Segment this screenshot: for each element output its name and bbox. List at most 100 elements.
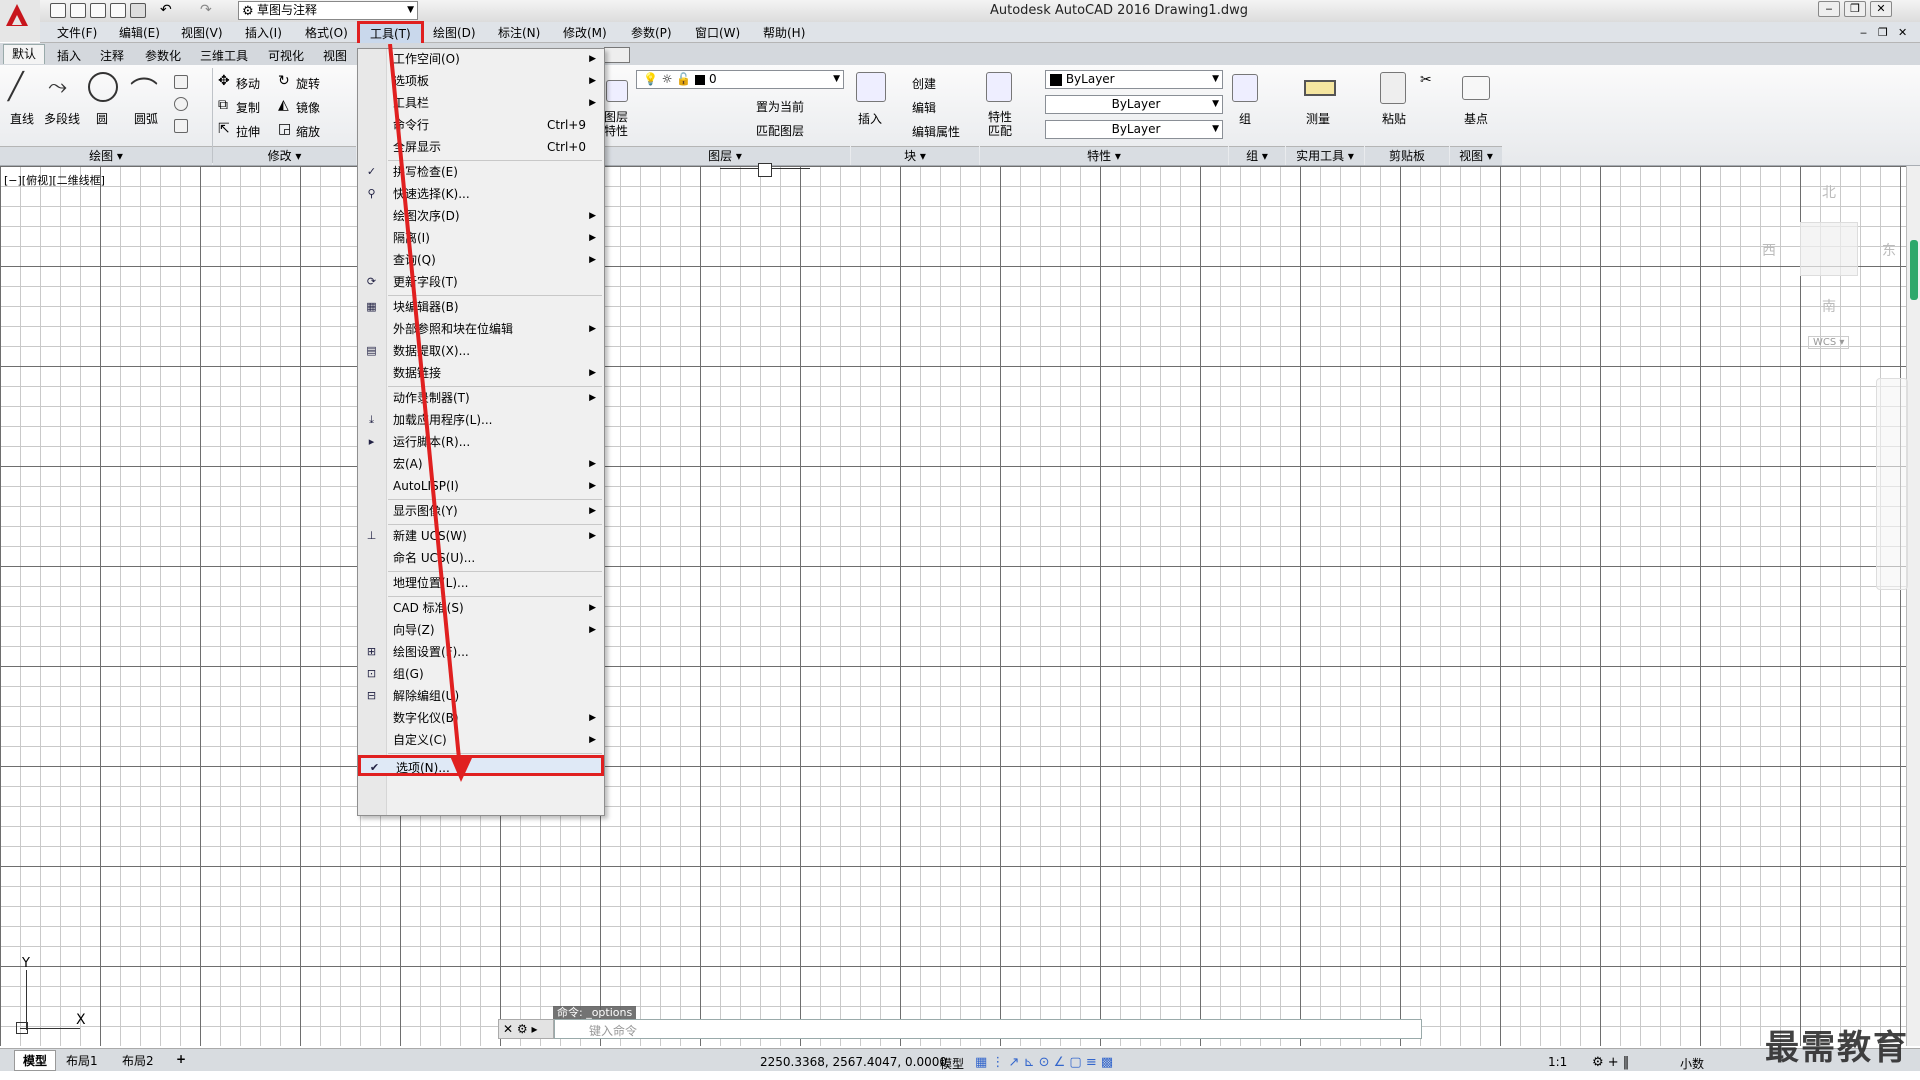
tab-default[interactable]: 默认 — [3, 44, 45, 64]
tab-insert[interactable]: 插入 — [57, 47, 81, 64]
menu-format[interactable]: 格式(O) — [302, 25, 351, 41]
layer-match[interactable]: 匹配图层 — [756, 122, 804, 139]
open-file-icon[interactable] — [70, 3, 86, 18]
block-create[interactable]: 创建 — [912, 75, 936, 92]
menu-parametric[interactable]: 参数(P) — [628, 25, 675, 41]
undo-icon[interactable]: ↶ — [160, 2, 172, 18]
add-layout-button[interactable]: + — [176, 1052, 186, 1066]
menu-file[interactable]: 文件(F) — [54, 25, 100, 41]
menu-modify[interactable]: 修改(M) — [560, 25, 610, 41]
save-as-icon[interactable] — [110, 3, 126, 18]
basepoint-label[interactable]: 基点 — [1464, 110, 1488, 127]
basepoint-icon[interactable] — [1462, 76, 1490, 100]
viewcube-west[interactable]: 西 — [1762, 240, 1776, 260]
paste-label[interactable]: 粘贴 — [1382, 110, 1406, 127]
measure-icon[interactable] — [1304, 80, 1336, 96]
modify-mirror[interactable]: 镜像 — [296, 99, 320, 116]
minimize-button[interactable]: ‒ — [1818, 1, 1840, 17]
new-file-icon[interactable] — [50, 3, 66, 18]
tab-layout1[interactable]: 布局1 — [66, 1052, 98, 1069]
insert-block-icon[interactable] — [856, 72, 886, 102]
panel-clipboard[interactable]: 剪贴板 — [1365, 146, 1449, 165]
layer-set-current[interactable]: 置为当前 — [756, 98, 804, 115]
draw-line-label[interactable]: 直线 — [10, 110, 34, 127]
save-icon[interactable] — [90, 3, 106, 18]
paste-icon[interactable] — [1380, 72, 1406, 104]
block-edit[interactable]: 编辑 — [912, 99, 936, 116]
polyline-icon[interactable]: ⤳ — [48, 72, 67, 100]
doc-close-button[interactable]: ✕ — [1898, 26, 1907, 39]
menu-window[interactable]: 窗口(W) — [692, 25, 743, 41]
match-properties-icon[interactable] — [986, 72, 1012, 102]
group-label[interactable]: 组 — [1239, 110, 1251, 127]
modify-rotate[interactable]: 旋转 — [296, 75, 320, 92]
doc-restore-button[interactable]: ❐ — [1878, 26, 1888, 39]
command-input[interactable]: 键入命令 — [554, 1019, 1422, 1039]
tab-view[interactable]: 视图 — [323, 47, 347, 64]
viewcube-south[interactable]: 南 — [1822, 296, 1836, 316]
tab-parametric[interactable]: 参数化 — [145, 47, 181, 64]
model-space-button[interactable]: 模型 — [940, 1055, 964, 1072]
menu-edit[interactable]: 编辑(E) — [116, 25, 163, 41]
draw-polyline-label[interactable]: 多段线 — [44, 110, 80, 127]
print-icon[interactable] — [130, 3, 146, 18]
scroll-thumb[interactable] — [1910, 240, 1918, 300]
group-icon[interactable] — [1232, 74, 1258, 102]
layer-properties-label[interactable]: 图层 特性 — [604, 110, 628, 138]
modify-scale[interactable]: 缩放 — [296, 123, 320, 140]
settings-icon[interactable]: ⚙ + ‖ — [1592, 1055, 1629, 1070]
menu-insert[interactable]: 插入(I) — [242, 25, 285, 41]
layer-properties-icon[interactable] — [606, 80, 628, 102]
modify-move[interactable]: 移动 — [236, 75, 260, 92]
draw-circle-label[interactable]: 圆 — [96, 110, 108, 127]
tab-3d-tools[interactable]: 三维工具 — [200, 47, 248, 64]
layer-combo[interactable]: 💡 ☼ 🔓 0 ▼ — [636, 70, 844, 89]
modify-stretch[interactable]: 拉伸 — [236, 123, 260, 140]
draw-arc-label[interactable]: 圆弧 — [134, 110, 158, 127]
arc-icon[interactable]: ⌒ — [130, 70, 158, 110]
viewcube-east[interactable]: 东 — [1882, 240, 1896, 260]
block-edit-attributes[interactable]: 编辑属性 — [912, 123, 960, 140]
maximize-button[interactable]: ❐ — [1844, 1, 1866, 17]
menu-help[interactable]: 帮助(H) — [760, 25, 808, 41]
command-close-button[interactable]: ✕ ⚙ ▸ — [498, 1019, 554, 1039]
ribbon-toggle-button[interactable] — [604, 47, 630, 63]
wcs-menu[interactable]: WCS ▾ — [1808, 336, 1850, 349]
hatch-icon[interactable] — [174, 119, 188, 133]
workspace-select[interactable]: ⚙ 草图与注释 ▼ — [238, 1, 418, 20]
drawing-canvas[interactable] — [0, 166, 1906, 1046]
tab-annotate[interactable]: 注释 — [100, 47, 124, 64]
linetype-combo[interactable]: ByLayer ▼ — [1045, 95, 1223, 114]
tab-model[interactable]: 模型 — [14, 1050, 57, 1071]
redo-icon[interactable]: ↷ — [200, 2, 212, 18]
tab-visualize[interactable]: 可视化 — [268, 47, 304, 64]
viewcube-north[interactable]: 北 — [1822, 182, 1836, 202]
viewcube-top-face[interactable] — [1800, 222, 1858, 276]
menu-dimension[interactable]: 标注(N) — [495, 25, 543, 41]
lineweight-combo[interactable]: ByLayer ▼ — [1045, 120, 1223, 139]
panel-draw[interactable]: 绘图 ▾ — [0, 146, 212, 165]
tab-layout2[interactable]: 布局2 — [122, 1052, 154, 1069]
close-button[interactable]: ✕ — [1870, 1, 1892, 17]
cut-icon[interactable]: ✂ — [1420, 72, 1432, 88]
viewport-controls[interactable]: [−][俯视][二维线框] — [4, 172, 105, 188]
color-combo[interactable]: ByLayer ▼ — [1045, 70, 1223, 89]
autocad-logo-button[interactable] — [0, 0, 40, 42]
panel-layer[interactable]: 图层 ▾ — [600, 146, 850, 165]
panel-properties[interactable]: 特性 ▾ — [980, 146, 1228, 165]
line-icon[interactable]: ╱ — [8, 72, 24, 102]
panel-modify[interactable]: 修改 ▾ — [213, 146, 356, 165]
panel-group[interactable]: 组 ▾ — [1229, 146, 1285, 165]
match-properties-label[interactable]: 特性 匹配 — [988, 110, 1012, 138]
panel-block[interactable]: 块 ▾ — [851, 146, 979, 165]
grid-icon[interactable]: ▦ ⋮ ↗ ⊾ ⊙ ∠ ▢ ≡ ▩ — [975, 1055, 1113, 1070]
modify-copy[interactable]: 复制 — [236, 99, 260, 116]
insert-block-label[interactable]: 插入 — [858, 110, 882, 127]
circle-icon[interactable] — [88, 72, 118, 102]
rectangle-icon[interactable] — [174, 75, 188, 89]
menu-draw[interactable]: 绘图(D) — [430, 25, 479, 41]
menu-view[interactable]: 视图(V) — [178, 25, 226, 41]
ellipse-icon[interactable] — [174, 97, 188, 111]
annotation-scale[interactable]: 1:1 — [1548, 1055, 1567, 1069]
panel-utilities[interactable]: 实用工具 ▾ — [1286, 146, 1364, 165]
